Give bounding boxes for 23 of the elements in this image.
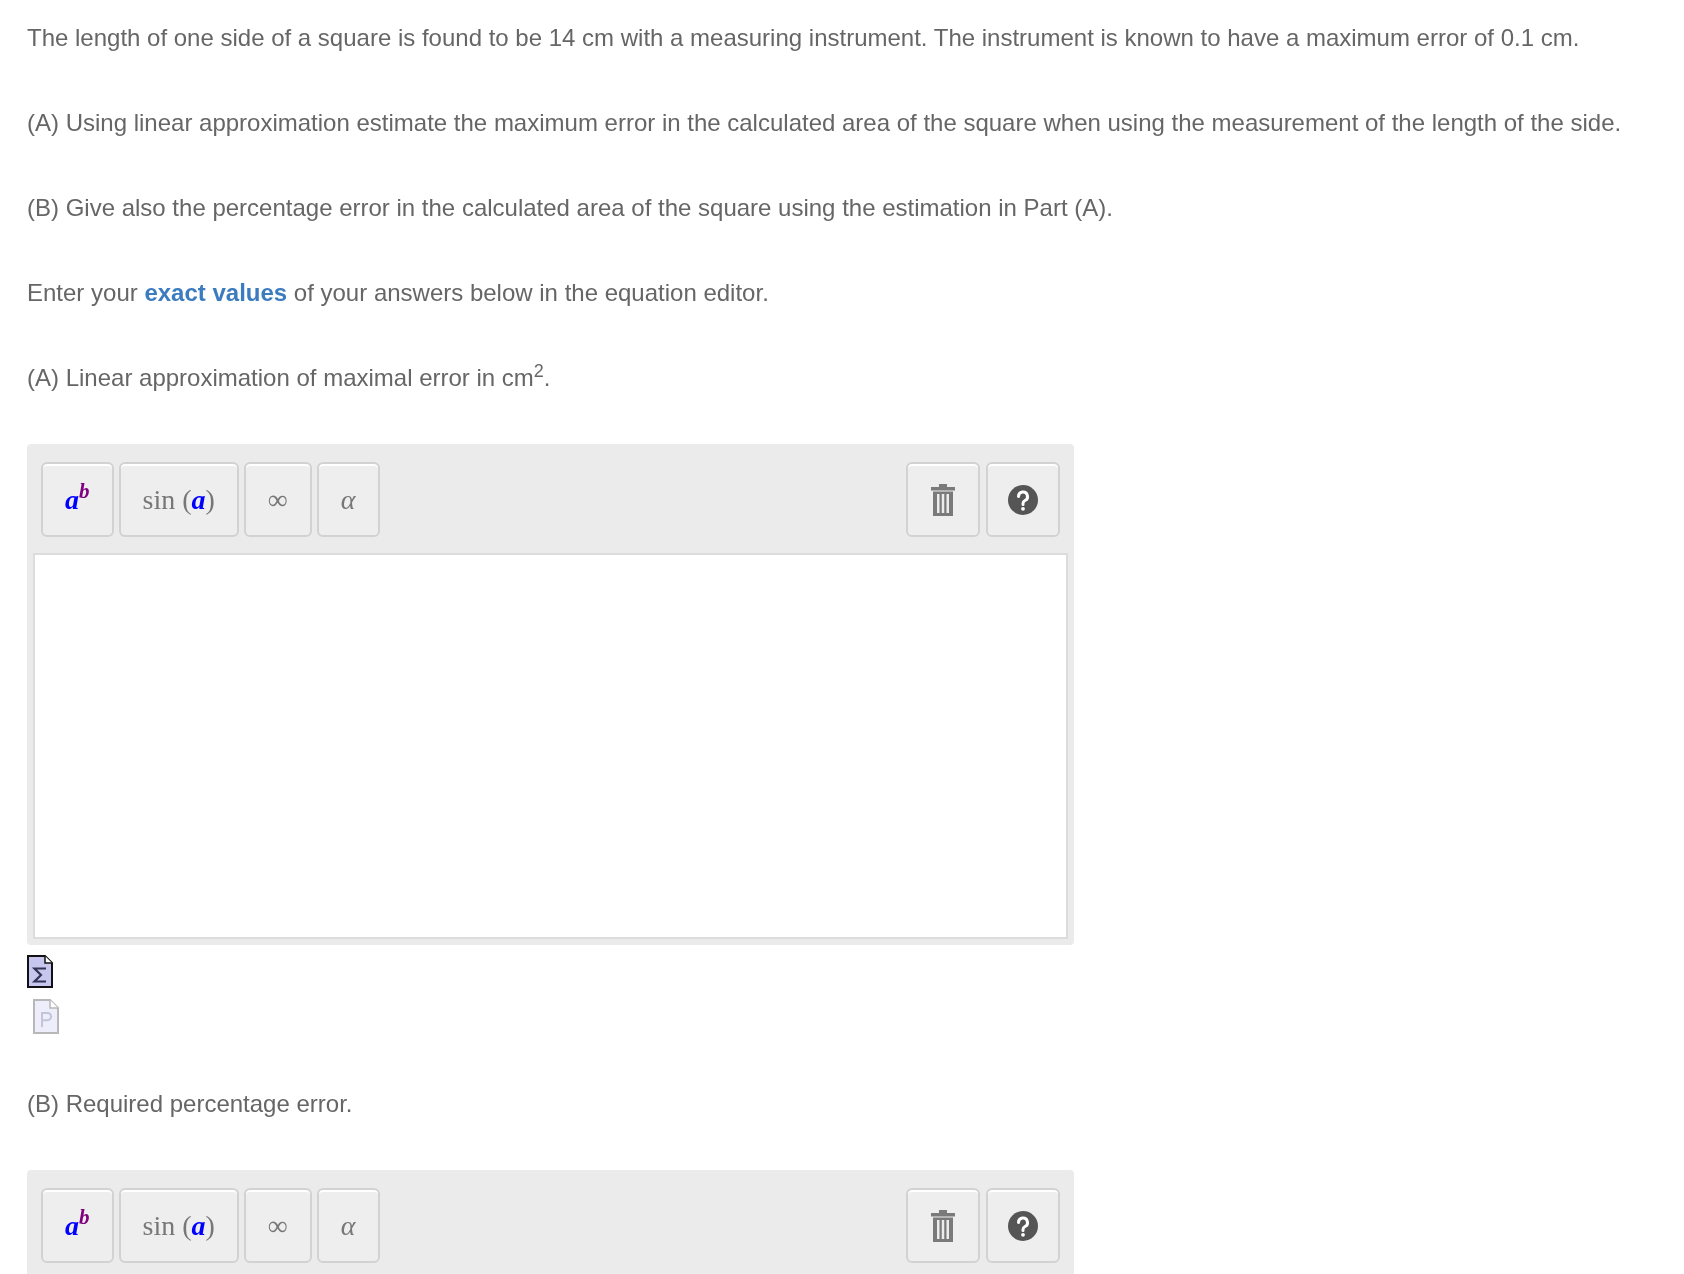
toolbar-button[interactable]: sin (a) [118, 1188, 239, 1263]
delete-button[interactable] [906, 462, 980, 537]
question-text: (B) Give also the percentage error in the calculated area of the square using the estimation in Part (A). [27, 193, 1113, 223]
trash-icon [930, 483, 956, 516]
sigma-file-icon[interactable] [27, 955, 53, 988]
trash-icon [930, 1209, 956, 1242]
question-text: (A) Linear approximation of maximal error in cm$^{2}$. [27, 363, 551, 393]
delete-button[interactable] [906, 1188, 980, 1263]
toolbar-button[interactable]: α [316, 1188, 380, 1263]
help-icon [1008, 1210, 1038, 1241]
toolbar-button[interactable]: sin (a) [118, 462, 239, 537]
toolbar-button[interactable]: a$^{b}$ [41, 462, 114, 537]
question-text: (A) Using linear approximation estimate the maximum error in the calculated area of the square when using the measurement of the length of the side. [27, 108, 1622, 138]
toolbar-button[interactable]: a$^{b}$ [41, 1188, 114, 1263]
question-text: Enter your exact values of your answers below in the equation editor. [27, 278, 769, 308]
help-icon [1008, 484, 1038, 515]
toolbar-button[interactable]: ∞ [243, 1188, 312, 1263]
toolbar-button[interactable]: ∞ [243, 462, 312, 537]
help-button[interactable] [986, 1188, 1060, 1263]
toolbar-button[interactable]: α [316, 462, 380, 537]
question-text: The length of one side of a square is found to be 14 cm with a measuring instrument. The instrument is known to have a maximum error of 0.1 cm. [27, 23, 1580, 53]
question-text: (B) Required percentage error. [27, 1089, 353, 1119]
help-button[interactable] [986, 462, 1060, 537]
